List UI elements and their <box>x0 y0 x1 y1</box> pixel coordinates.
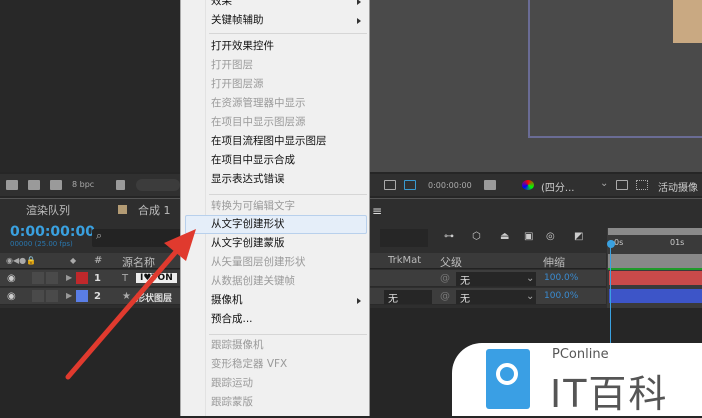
menu-item: 变形稳定器 VFX <box>211 358 288 370</box>
menu-item: 从矢量图层创建形状 <box>211 256 306 268</box>
transparency-grid-icon[interactable] <box>404 180 416 190</box>
eye-icon[interactable]: ◉ <box>7 291 16 302</box>
layer-bar-1[interactable] <box>609 271 702 285</box>
camera-dropdown[interactable]: 活动摄像 <box>658 179 698 194</box>
playhead[interactable] <box>607 240 615 248</box>
column-parent[interactable]: 父级 <box>440 254 462 270</box>
menu-item: 打开图层源 <box>211 78 264 90</box>
menu-item: 转换为可编辑文字 <box>211 200 295 212</box>
submenu-arrow-icon <box>357 298 361 304</box>
menu-item[interactable]: 在项目中显示合成 <box>211 151 295 170</box>
parent-dropdown[interactable]: 无 <box>456 290 536 305</box>
av-switches-icon: ◉◀●🔒 <box>6 256 37 265</box>
menu-item: 跟踪蒙版 <box>211 396 253 408</box>
viewer-timecode[interactable]: 0:00:00:00 <box>428 181 472 190</box>
draft-3d-icon[interactable]: ⬡ <box>472 231 481 242</box>
ruler-tick: 0s <box>614 238 624 247</box>
menu-item: 从数据创建关键帧 <box>211 275 295 287</box>
stretch-value[interactable]: 100.0% <box>544 291 578 301</box>
eye-icon[interactable]: ◉ <box>7 273 16 284</box>
pconline-watermark: PConline IT百科 <box>452 343 702 416</box>
menu-separator <box>209 33 367 34</box>
color-channel-icon[interactable] <box>522 180 534 190</box>
lock-toggle[interactable] <box>46 290 58 302</box>
pickwhip-icon[interactable]: @ <box>440 291 450 302</box>
watermark-name: IT百科 <box>550 372 669 416</box>
work-area-bar[interactable] <box>608 228 702 235</box>
menu-item[interactable]: 从文字创建形状 <box>211 215 285 234</box>
pickwhip-icon[interactable]: @ <box>440 273 450 284</box>
menu-item[interactable]: 预合成... <box>211 310 253 329</box>
menu-separator <box>209 334 367 335</box>
column-stretch[interactable]: 伸缩 <box>543 254 565 270</box>
chevron-down-icon[interactable]: ⌄ <box>526 273 534 284</box>
camera-snapshot-icon[interactable] <box>484 180 496 190</box>
composition-icon[interactable] <box>50 180 62 190</box>
chevron-down-icon[interactable]: ⌄ <box>600 178 608 189</box>
menu-item: 跟踪摄像机 <box>211 339 264 351</box>
lock-toggle[interactable] <box>46 272 58 284</box>
folder-icon[interactable] <box>28 180 40 190</box>
comp-color-swatch <box>118 205 127 214</box>
comp-duration-bar <box>608 268 702 270</box>
menu-item[interactable]: 从文字创建蒙版 <box>211 234 285 253</box>
magnifier-logo-icon <box>486 349 530 409</box>
resolution-dropdown[interactable]: (四分... <box>541 179 574 194</box>
tab-comp[interactable]: 合成 1 <box>138 202 171 218</box>
menu-item: 在项目中显示图层源 <box>211 116 306 128</box>
menu-item: 在资源管理器中显示 <box>211 97 306 109</box>
shy-layers-icon[interactable]: ⏏ <box>500 231 509 242</box>
panel-menu-icon[interactable]: ≡ <box>372 204 382 218</box>
menu-item: 跟踪运动 <box>211 377 253 389</box>
chevron-down-icon[interactable]: ⌄ <box>526 291 534 302</box>
search-field-right[interactable] <box>380 229 428 247</box>
trkmat-dropdown[interactable]: 无 <box>384 290 432 305</box>
grid-icon[interactable] <box>636 180 648 190</box>
frame-blending-icon[interactable]: ▣ <box>524 231 533 242</box>
menu-separator <box>209 194 367 195</box>
menu-item[interactable]: 在项目流程图中显示图层 <box>211 132 327 151</box>
menu-item[interactable]: 关键帧辅助 <box>211 11 264 30</box>
fast-preview-icon[interactable] <box>616 180 628 190</box>
stretch-value[interactable]: 100.0% <box>544 273 578 283</box>
menu-item[interactable]: 打开效果控件 <box>211 37 274 56</box>
project-panel <box>0 0 180 172</box>
layer-preview <box>673 0 702 43</box>
menu-item[interactable]: 摄像机 <box>211 291 243 310</box>
region-icon[interactable] <box>384 180 396 190</box>
menu-item: 打开图层 <box>211 59 253 71</box>
timeline-header <box>608 254 702 268</box>
menu-item[interactable]: 显示表达式错误 <box>211 170 285 189</box>
submenu-arrow-icon <box>357 18 361 24</box>
motion-blur-icon[interactable]: ◎ <box>546 231 555 242</box>
ruler-tick: 01s <box>670 238 685 247</box>
menu-item[interactable]: 效果 <box>211 0 232 11</box>
column-trkmat[interactable]: TrkMat <box>388 255 421 266</box>
parent-dropdown[interactable]: 无 <box>456 272 536 287</box>
solo-toggle[interactable] <box>32 290 44 302</box>
layer-bar-2[interactable] <box>609 289 702 303</box>
flowchart-icon[interactable] <box>6 180 18 190</box>
composition-flowchart-icon[interactable]: ⊶ <box>444 231 454 242</box>
graph-editor-icon[interactable]: ◩ <box>574 231 583 242</box>
bpc-label[interactable]: 8 bpc <box>72 180 94 189</box>
submenu-arrow-icon <box>357 0 361 5</box>
toolbar-slider[interactable] <box>136 179 180 191</box>
trash-icon[interactable] <box>116 180 125 190</box>
red-arrow-annotation <box>65 229 196 380</box>
solo-toggle[interactable] <box>32 272 44 284</box>
watermark-brand: PConline <box>552 347 609 362</box>
tab-render-queue[interactable]: 渲染队列 <box>26 202 70 218</box>
